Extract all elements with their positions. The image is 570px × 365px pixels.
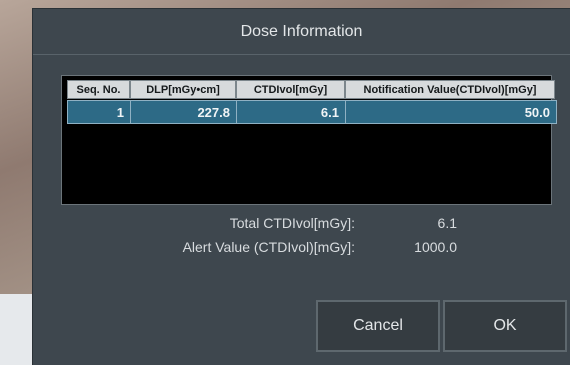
total-ctdivol-row: Total CTDIvol[mGy]: 6.1 <box>33 215 570 235</box>
dose-information-dialog: Dose Information Seq. No. DLP[mGy•cm] CT… <box>32 8 570 365</box>
alert-value-row: Alert Value (CTDIvol)[mGy]: 1000.0 <box>33 239 570 259</box>
cell-ctdivol: 6.1 <box>237 101 346 123</box>
cell-notification-value: 50.0 <box>524 104 550 120</box>
total-ctdivol-value: 6.1 <box>437 215 457 231</box>
cell-seq-no: 1 <box>68 101 131 123</box>
column-header-ctdivol[interactable]: CTDIvol[mGy] <box>236 80 345 99</box>
cancel-button[interactable]: Cancel <box>316 300 440 352</box>
cell-dlp: 227.8 <box>131 101 237 123</box>
column-header-dlp[interactable]: DLP[mGy•cm] <box>130 80 236 99</box>
table-row[interactable]: 1 227.8 6.1 50.0 <box>67 100 557 124</box>
ok-button[interactable]: OK <box>443 300 567 352</box>
column-header-notification-value[interactable]: Notification Value(CTDIvol)[mGy] <box>345 80 555 99</box>
alert-value-label: Alert Value (CTDIvol)[mGy]: <box>182 239 355 255</box>
column-header-seq-no[interactable]: Seq. No. <box>67 80 130 99</box>
alert-value-value: 1000.0 <box>414 239 457 255</box>
table-header-row: Seq. No. DLP[mGy•cm] CTDIvol[mGy] Notifi… <box>67 80 555 99</box>
dose-table: Seq. No. DLP[mGy•cm] CTDIvol[mGy] Notifi… <box>61 75 557 205</box>
total-ctdivol-label: Total CTDIvol[mGy]: <box>229 215 355 231</box>
dialog-title: Dose Information <box>33 9 570 55</box>
